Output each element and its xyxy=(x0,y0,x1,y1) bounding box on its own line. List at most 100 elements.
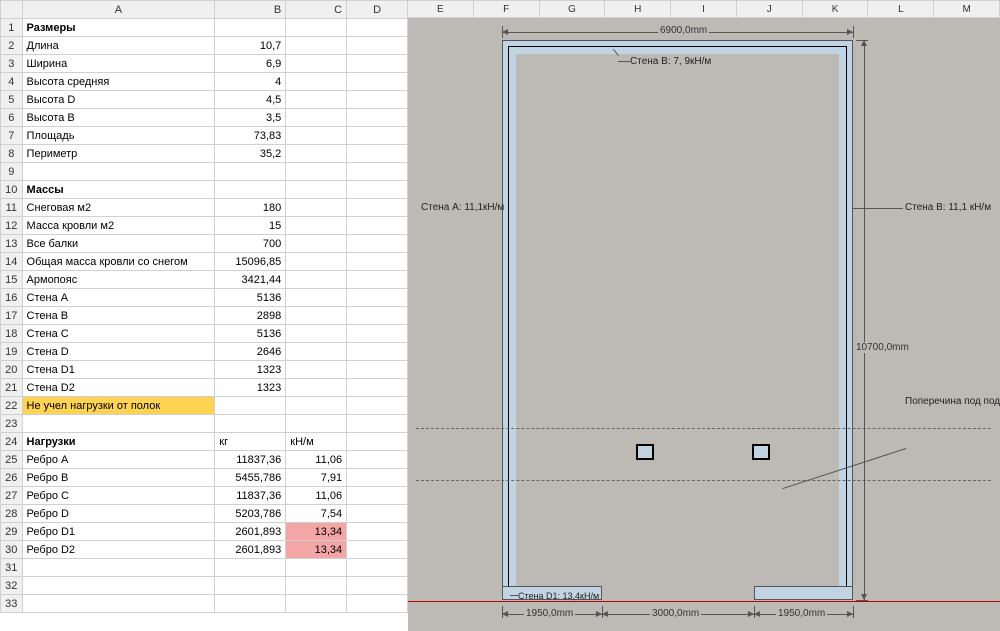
cell[interactable]: Стена D1 xyxy=(22,361,215,379)
cell[interactable] xyxy=(215,397,286,415)
row-header[interactable]: 26 xyxy=(1,469,23,487)
cell[interactable]: Высота средняя xyxy=(22,73,215,91)
cell[interactable] xyxy=(286,199,347,217)
cell[interactable]: Высота B xyxy=(22,109,215,127)
cell[interactable] xyxy=(347,19,408,37)
cell[interactable] xyxy=(22,415,215,433)
cell[interactable]: 11837,36 xyxy=(215,451,286,469)
row-header[interactable]: 31 xyxy=(1,559,23,577)
cell[interactable]: Ребро D xyxy=(22,505,215,523)
cell[interactable] xyxy=(215,163,286,181)
cell[interactable] xyxy=(286,307,347,325)
cell[interactable] xyxy=(347,109,408,127)
cell[interactable] xyxy=(286,379,347,397)
col-header-l[interactable]: L xyxy=(868,1,934,17)
cell[interactable]: Нагрузки xyxy=(22,433,215,451)
row-header[interactable]: 9 xyxy=(1,163,23,181)
cell[interactable] xyxy=(215,415,286,433)
cell[interactable] xyxy=(286,109,347,127)
col-header-h[interactable]: H xyxy=(605,1,671,17)
cell[interactable]: 73,83 xyxy=(215,127,286,145)
cell[interactable]: 3421,44 xyxy=(215,271,286,289)
cell[interactable]: 13,34 xyxy=(286,523,347,541)
cell[interactable]: Не учел нагрузки от полок xyxy=(22,397,215,415)
row-header[interactable]: 15 xyxy=(1,271,23,289)
cell[interactable] xyxy=(347,37,408,55)
cell[interactable]: Ребро D2 xyxy=(22,541,215,559)
cell[interactable] xyxy=(347,451,408,469)
cell[interactable] xyxy=(286,289,347,307)
cell[interactable] xyxy=(347,487,408,505)
col-header-m[interactable]: M xyxy=(934,1,1000,17)
cell[interactable]: Ребро C xyxy=(22,487,215,505)
cell[interactable] xyxy=(347,433,408,451)
cell[interactable]: Стена D2 xyxy=(22,379,215,397)
row-header[interactable]: 27 xyxy=(1,487,23,505)
cell[interactable] xyxy=(286,325,347,343)
col-header-a[interactable]: A xyxy=(22,1,215,19)
cell[interactable]: Стена C xyxy=(22,325,215,343)
cell[interactable] xyxy=(286,145,347,163)
cell[interactable]: Масса кровли м2 xyxy=(22,217,215,235)
cell[interactable]: 5136 xyxy=(215,289,286,307)
cell[interactable]: Ребро B xyxy=(22,469,215,487)
cell[interactable]: 2898 xyxy=(215,307,286,325)
cell[interactable] xyxy=(286,181,347,199)
cell[interactable] xyxy=(347,271,408,289)
cell[interactable]: кН/м xyxy=(286,433,347,451)
row-header[interactable]: 19 xyxy=(1,343,23,361)
row-header[interactable]: 3 xyxy=(1,55,23,73)
cell[interactable]: 2601,893 xyxy=(215,523,286,541)
cell[interactable]: Армопояс xyxy=(22,271,215,289)
cell[interactable] xyxy=(347,343,408,361)
cell[interactable] xyxy=(286,415,347,433)
row-header[interactable]: 23 xyxy=(1,415,23,433)
cell[interactable] xyxy=(347,55,408,73)
col-header-j[interactable]: J xyxy=(737,1,803,17)
row-header[interactable]: 12 xyxy=(1,217,23,235)
cell[interactable]: кг xyxy=(215,433,286,451)
col-header-g[interactable]: G xyxy=(540,1,606,17)
cell[interactable] xyxy=(22,577,215,595)
cell[interactable] xyxy=(286,217,347,235)
row-header[interactable]: 13 xyxy=(1,235,23,253)
cell[interactable] xyxy=(347,235,408,253)
row-header[interactable]: 16 xyxy=(1,289,23,307)
cell[interactable]: Снеговая м2 xyxy=(22,199,215,217)
cell[interactable]: 7,91 xyxy=(286,469,347,487)
row-header[interactable]: 17 xyxy=(1,307,23,325)
cell[interactable]: Размеры xyxy=(22,19,215,37)
cell[interactable] xyxy=(215,181,286,199)
cell[interactable]: 5136 xyxy=(215,325,286,343)
cell[interactable]: Ребро A xyxy=(22,451,215,469)
cell[interactable] xyxy=(215,559,286,577)
row-header[interactable]: 10 xyxy=(1,181,23,199)
cell[interactable]: 15096,85 xyxy=(215,253,286,271)
cell[interactable] xyxy=(347,145,408,163)
cell[interactable] xyxy=(347,361,408,379)
col-header-f[interactable]: F xyxy=(474,1,540,17)
cell[interactable]: 2646 xyxy=(215,343,286,361)
cell[interactable]: 15 xyxy=(215,217,286,235)
cell[interactable] xyxy=(215,595,286,613)
cell[interactable] xyxy=(347,127,408,145)
cell[interactable]: 7,54 xyxy=(286,505,347,523)
col-header-e[interactable]: E xyxy=(408,1,474,17)
row-header[interactable]: 21 xyxy=(1,379,23,397)
cell[interactable] xyxy=(286,55,347,73)
cell[interactable] xyxy=(215,19,286,37)
cell[interactable]: 10,7 xyxy=(215,37,286,55)
cell[interactable] xyxy=(22,559,215,577)
cell[interactable] xyxy=(347,415,408,433)
cell[interactable] xyxy=(286,397,347,415)
cell[interactable]: 6,9 xyxy=(215,55,286,73)
cell[interactable] xyxy=(347,559,408,577)
cell[interactable] xyxy=(286,163,347,181)
cell[interactable]: Стена A xyxy=(22,289,215,307)
cell[interactable] xyxy=(286,577,347,595)
row-header[interactable]: 28 xyxy=(1,505,23,523)
row-header[interactable]: 6 xyxy=(1,109,23,127)
cell[interactable]: 1323 xyxy=(215,379,286,397)
row-header[interactable]: 22 xyxy=(1,397,23,415)
cell[interactable]: Ребро D1 xyxy=(22,523,215,541)
